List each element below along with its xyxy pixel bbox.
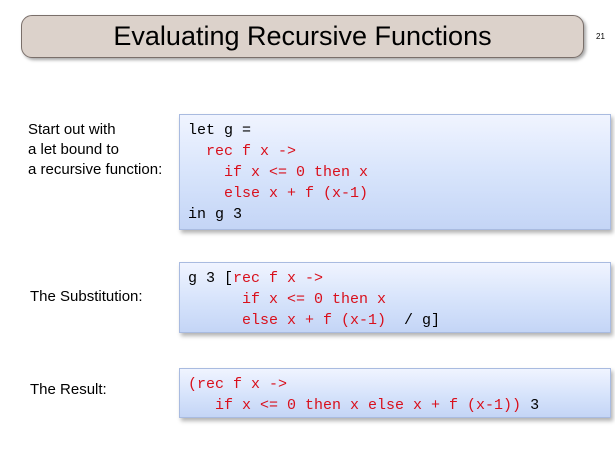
code-line: else x + f (x-1) — [188, 185, 369, 202]
code-segment: 3 — [521, 397, 540, 414]
section1-label-line: a recursive function: — [28, 161, 163, 178]
code-segment: / g] — [386, 312, 441, 329]
code-line: else x + f (x-1) / g] — [188, 310, 610, 331]
code-segment: else x + f (x-1) — [188, 312, 387, 329]
code-segment: rec f x -> — [233, 270, 324, 287]
code-line: if x <= 0 then x — [188, 291, 387, 308]
page-number: 21 — [596, 32, 605, 41]
section1-label-line: Start out with — [28, 121, 116, 138]
code-line: rec f x -> — [188, 143, 297, 160]
code-line: if x <= 0 then x else x + f (x-1)) 3 — [188, 395, 610, 416]
code-line: if x <= 0 then x — [188, 164, 369, 181]
result-code-box: (rec f x -> if x <= 0 then x else x + f … — [179, 368, 611, 418]
substitution-label: The Substitution: — [30, 288, 143, 305]
section1-label: Start out with a let bound to a recursiv… — [28, 120, 162, 180]
result-label: The Result: — [30, 381, 107, 398]
substitution-code-box: g 3 [rec f x -> if x <= 0 then x else x … — [179, 262, 611, 333]
code-line: g 3 [rec f x -> — [188, 268, 610, 289]
let-binding-code-box: let g = rec f x -> if x <= 0 then x else… — [179, 114, 611, 230]
code-line: (rec f x -> — [188, 376, 288, 393]
code-line: in g 3 — [188, 206, 243, 223]
code-line: let g = — [188, 122, 252, 139]
section1-label-line: a let bound to — [28, 141, 119, 158]
slide-title: Evaluating Recursive Functions — [113, 21, 492, 51]
code-segment: g 3 [ — [188, 270, 234, 287]
slide-title-box: Evaluating Recursive Functions — [21, 15, 584, 58]
code-segment: if x <= 0 then x else x + f (x-1)) — [188, 397, 522, 414]
